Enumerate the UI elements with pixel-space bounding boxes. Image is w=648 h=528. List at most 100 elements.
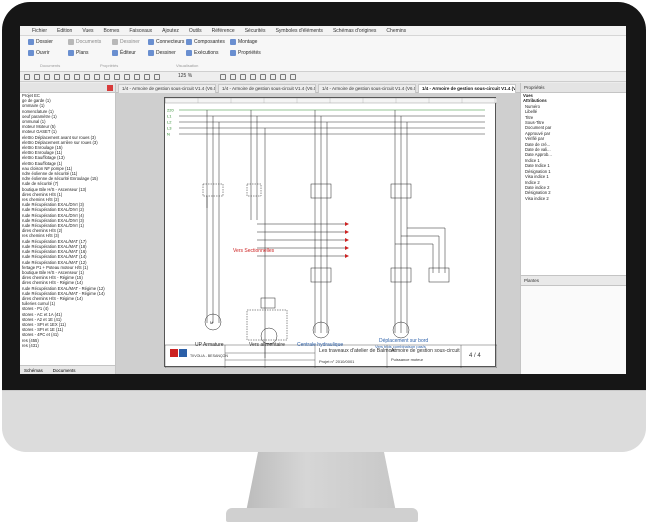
drawing-toolbar: 125 % <box>20 72 626 82</box>
property-row[interactable]: Visa indice 2 <box>521 196 626 201</box>
toolbar-tool-icon[interactable] <box>230 74 236 80</box>
document-tab[interactable]: 1/4 - Armoire de gestion sous-circuit V1… <box>118 84 216 93</box>
menu-item-6[interactable]: Outils <box>189 28 202 34</box>
tree-item[interactable]: rude Récupération EXAL/MAT - Régime (12) <box>20 286 115 291</box>
label-vers-sectionnelles: Vers Sectionnelles <box>233 248 275 254</box>
toolbar-tool-icon[interactable] <box>260 74 266 80</box>
zoom-level[interactable]: 125 % <box>178 73 192 79</box>
rail-label: N <box>167 132 170 137</box>
menu-bar: Fichier Edition Vues Bornes Faisceaux Ajoutez… <box>20 26 626 36</box>
toolbar-tool-icon[interactable] <box>104 74 110 80</box>
menu-item-4[interactable]: Faisceaux <box>129 28 152 34</box>
company-logo <box>170 349 187 357</box>
toolbar-tool-icon[interactable] <box>24 74 30 80</box>
toolbar-tool-icon[interactable] <box>124 74 130 80</box>
imac-mockup: Fichier Edition Vues Bornes Faisceaux Ajoutez… <box>0 0 648 528</box>
schematic-drawing: 220L1L2L3N M <box>165 98 497 368</box>
plans-icon <box>68 50 74 56</box>
ribbon-button-dessiner-2[interactable]: Dessiner <box>148 50 176 56</box>
document-tab[interactable]: 1/4 - Armoire de gestion sous-circuit V1… <box>318 84 416 93</box>
toolbar-tool-icon[interactable] <box>280 74 286 80</box>
label-motor-1: UP Armature <box>195 342 224 348</box>
ribbon-button-ouvrir[interactable]: Ouvrir <box>28 50 50 56</box>
monitor-chin <box>2 390 646 452</box>
rail-label: L1 <box>167 114 172 119</box>
panel-header <box>20 83 115 93</box>
toolbar-tool-icon[interactable] <box>250 74 256 80</box>
application-window: Fichier Edition Vues Bornes Faisceaux Ajoutez… <box>20 26 626 374</box>
ribbon-button-documents[interactable]: Documents <box>68 39 101 45</box>
rail-label: L2 <box>167 120 172 125</box>
toolbar-tool-icon[interactable] <box>44 74 50 80</box>
document-tab-label: 1/4 - Armoire de gestion sous-circuit V1… <box>222 86 316 91</box>
folder-icon <box>28 39 34 45</box>
execution-icon <box>186 50 192 56</box>
schematic-sheet[interactable]: 220 L1 L2 L3 N M Vers Sectionnelles Vers… <box>164 97 497 368</box>
rail-label: 220 <box>167 108 174 113</box>
menu-item-2[interactable]: Vues <box>82 28 93 34</box>
tab-documents[interactable]: Documents <box>53 368 76 373</box>
menu-item-10[interactable]: Schémas d'origines <box>333 28 376 34</box>
properties-panel: Propriétés Vues Attributions Numéro Libellé… <box>520 83 626 374</box>
menu-item-7[interactable]: Référence <box>212 28 235 34</box>
menu-item-8[interactable]: Sécurités <box>245 28 266 34</box>
output-arrows <box>345 222 349 258</box>
toolbar-tool-icon[interactable] <box>84 74 90 80</box>
open-icon <box>28 50 34 56</box>
project-tree-panel: Projet EC ge de garde (1) ommaire (1) nomen… <box>20 83 116 374</box>
cartouche-company: TIIVOLIA - BESANÇON <box>190 354 228 358</box>
cartouche-folio: 4 / 4 <box>469 353 481 359</box>
toolbar-tool-icon[interactable] <box>144 74 150 80</box>
assembly-icon <box>230 39 236 45</box>
ribbon-button-composantes[interactable]: Composantes <box>186 39 225 45</box>
menu-item-1[interactable]: Edition <box>57 28 72 34</box>
ribbon-button-executions[interactable]: Exécutions <box>186 50 218 56</box>
toolbar-tool-icon[interactable] <box>220 74 226 80</box>
close-icon[interactable] <box>107 85 113 91</box>
toolbar-tool-icon[interactable] <box>134 74 140 80</box>
toolbar-tool-icon[interactable] <box>290 74 296 80</box>
label-vers-alim: Vers alimentaire <box>249 342 285 348</box>
ribbon-button-dossier[interactable]: Dossier <box>28 39 53 45</box>
document-tab[interactable]: 1/4 - Armoire de gestion sous-circuit V1… <box>218 84 316 93</box>
motor-circuit-5 <box>390 110 450 339</box>
menu-item-9[interactable]: Symboles d'éléments <box>276 28 323 34</box>
toolbar-tool-icon[interactable] <box>270 74 276 80</box>
toolbar-tool-icon[interactable] <box>74 74 80 80</box>
ribbon-button-montage[interactable]: Montage <box>230 39 257 45</box>
cartouche-sub2: Puissance moteur <box>391 357 424 362</box>
document-icon <box>68 39 74 45</box>
toolbar-tool-icon[interactable] <box>94 74 100 80</box>
ribbon-group-proprietes: Propriétés <box>100 63 119 68</box>
toolbar-tool-icon[interactable] <box>114 74 120 80</box>
ribbon-button-editeur[interactable]: Éditeur <box>112 50 136 56</box>
editor-icon <box>112 50 118 56</box>
plantes-panel: Plantes <box>521 275 626 374</box>
cartouche-subtitle: Armoire de gestion sous-circuit <box>391 348 460 354</box>
toolbar-tool-icon[interactable] <box>64 74 70 80</box>
menu-item-3[interactable]: Bornes <box>104 28 120 34</box>
tree-item[interactable]: res (431) <box>20 343 115 348</box>
properties-icon <box>230 50 236 56</box>
toolbar-tool-icon[interactable] <box>34 74 40 80</box>
toolbar-tool-icon[interactable] <box>54 74 60 80</box>
panel-footer-tabs: Schémas Documents <box>20 365 115 374</box>
toolbar-tool-icon[interactable] <box>240 74 246 80</box>
toolbar-tool-icon[interactable] <box>154 74 160 80</box>
drawing-canvas[interactable]: 220 L1 L2 L3 N M Vers Sectionnelles Vers… <box>116 93 520 374</box>
rail-label: L3 <box>167 126 172 131</box>
ribbon-button-plans[interactable]: Plans <box>68 50 89 56</box>
ribbon: Dossier Documents Dessiner Connecteurs C… <box>20 36 626 72</box>
menu-item-11[interactable]: Chemins <box>386 28 406 34</box>
svg-text:M: M <box>210 320 213 325</box>
menu-item-0[interactable]: Fichier <box>32 28 47 34</box>
menu-item-5[interactable]: Ajoutez <box>162 28 179 34</box>
cartouche-title: Les traveaux d'atelier de Balmont <box>319 348 396 354</box>
ribbon-button-dessiner[interactable]: Dessiner <box>112 39 140 45</box>
ribbon-button-proprietes[interactable]: Propriétés <box>230 50 261 56</box>
ribbon-button-connecteurs[interactable]: Connecteurs <box>148 39 184 45</box>
document-tab[interactable]: 1/4 - Armoire de gestion sous-circuit V1… <box>418 84 516 93</box>
tab-schemas[interactable]: Schémas <box>24 368 43 373</box>
component-icon <box>186 39 192 45</box>
draw-icon <box>148 50 154 56</box>
